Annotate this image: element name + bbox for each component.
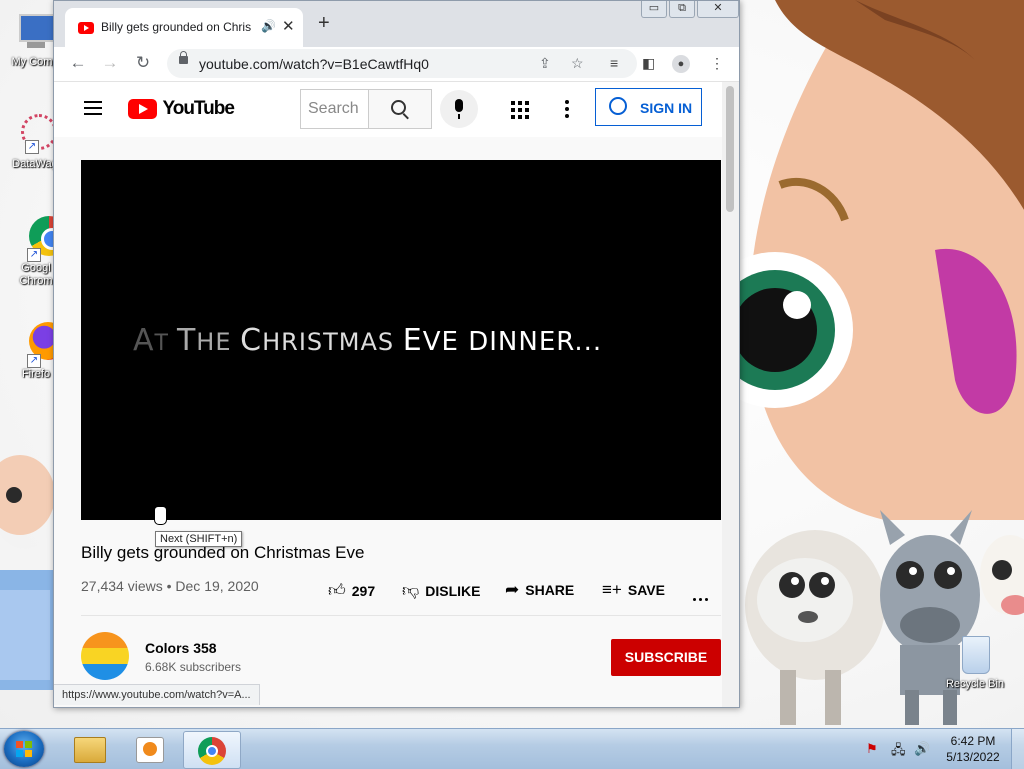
window-controls: ▭ ⧉ ✕ bbox=[639, 1, 739, 21]
sign-in-label: SIGN IN bbox=[640, 100, 693, 116]
tab-strip: Billy gets grounded on Christmas Eve 🔊 ✕… bbox=[54, 1, 739, 47]
lock-icon[interactable] bbox=[179, 51, 188, 64]
search-button[interactable] bbox=[368, 89, 432, 129]
desktop-icon-label: Recycle Bin bbox=[945, 678, 1005, 690]
show-desktop-button[interactable] bbox=[1011, 729, 1024, 769]
share-label: SHARE bbox=[525, 582, 575, 598]
subscribe-button[interactable]: SUBSCRIBE bbox=[611, 639, 721, 676]
like-button[interactable]: 👍︎ 297 bbox=[328, 580, 375, 601]
media-control-icon[interactable]: ≡ bbox=[610, 55, 618, 71]
youtube-play-icon bbox=[128, 99, 157, 119]
youtube-page: YouTube Search SIGN IN AT THE CHRISTMAS … bbox=[54, 82, 722, 707]
like-count: 297 bbox=[351, 583, 376, 599]
desktop-icon-recycle-bin[interactable]: Recycle Bin bbox=[940, 632, 1010, 691]
browser-window: Billy gets grounded on Christmas Eve 🔊 ✕… bbox=[53, 0, 740, 708]
video-meta: 27,434 views • Dec 19, 2020 bbox=[81, 578, 259, 594]
dislike-button[interactable]: 👎︎ DISLIKE bbox=[402, 580, 481, 601]
view-count: 27,434 views bbox=[81, 578, 163, 594]
wallpaper-character-face bbox=[735, 0, 1024, 520]
wallpaper-animals bbox=[745, 510, 1024, 725]
channel-avatar[interactable] bbox=[81, 632, 129, 680]
share-button[interactable]: ➦ SHARE bbox=[505, 580, 574, 600]
tab-title: Billy gets grounded on Christmas Eve bbox=[101, 20, 251, 34]
action-center-icon[interactable]: ⚑ bbox=[866, 741, 878, 757]
firefox-icon: ↗ bbox=[13, 322, 67, 368]
taskbar-explorer-button[interactable] bbox=[62, 731, 118, 767]
taskbar-media-player-button[interactable] bbox=[122, 731, 178, 767]
minimize-button[interactable]: ▭ bbox=[641, 1, 667, 18]
subscriber-count: 6.68K subscribers bbox=[145, 660, 242, 674]
share-page-icon[interactable]: ⇪ bbox=[539, 55, 551, 72]
thumbs-down-icon: 👎︎ bbox=[402, 581, 420, 600]
side-panel-icon[interactable]: ◧ bbox=[642, 55, 655, 72]
tooltip-next: Next (SHIFT+n) bbox=[155, 531, 243, 547]
youtube-logo[interactable]: YouTube bbox=[128, 98, 235, 120]
settings-menu-icon[interactable] bbox=[565, 100, 569, 121]
chrome-icon bbox=[198, 737, 226, 765]
chrome-icon: ↗ bbox=[13, 216, 69, 262]
clock-time: 6:42 PM bbox=[950, 734, 996, 748]
youtube-favicon-icon bbox=[78, 22, 94, 34]
youtube-logo-text: YouTube bbox=[162, 98, 234, 119]
divider bbox=[81, 615, 721, 616]
hamburger-menu-icon[interactable] bbox=[84, 101, 102, 119]
desktop-icon-label: Firefo bbox=[21, 368, 51, 380]
reload-icon[interactable]: ↻ bbox=[132, 53, 154, 73]
account-icon bbox=[609, 97, 627, 115]
bookmark-star-icon[interactable]: ☆ bbox=[571, 55, 584, 72]
playlist-add-icon: ≡+ bbox=[602, 580, 622, 599]
youtube-header: YouTube Search SIGN IN bbox=[54, 82, 722, 137]
tab-youtube[interactable]: Billy gets grounded on Christmas Eve 🔊 ✕ bbox=[65, 8, 303, 47]
system-clock[interactable]: 6:42 PM 5/13/2022 bbox=[938, 733, 1008, 765]
forward-arrow-icon[interactable]: → bbox=[99, 53, 121, 73]
start-button[interactable] bbox=[4, 731, 44, 767]
thumbs-up-icon: 👍︎ bbox=[328, 581, 346, 600]
sign-in-button[interactable]: SIGN IN bbox=[595, 88, 702, 126]
upload-date: Dec 19, 2020 bbox=[175, 578, 259, 594]
back-arrow-icon[interactable]: ← bbox=[67, 53, 89, 73]
maximize-button[interactable]: ⧉ bbox=[669, 1, 695, 18]
more-actions-icon[interactable] bbox=[693, 588, 711, 606]
search-input[interactable]: Search bbox=[300, 89, 376, 129]
media-player-icon bbox=[136, 737, 164, 763]
computer-icon bbox=[13, 10, 57, 54]
share-arrow-icon: ➦ bbox=[505, 580, 520, 599]
dislike-label: DISLIKE bbox=[425, 583, 481, 599]
recycle-bin-icon bbox=[958, 632, 992, 676]
close-window-button[interactable]: ✕ bbox=[697, 1, 739, 18]
search-icon bbox=[391, 100, 406, 115]
browser-toolbar: ← → ↻ youtube.com/watch?v=B1eCawtfHq0 ⇪ … bbox=[54, 47, 739, 82]
video-frame-text: AT THE CHRISTMAS EVE DINNER... bbox=[133, 323, 603, 358]
video-player[interactable]: AT THE CHRISTMAS EVE DINNER... bbox=[81, 160, 721, 520]
save-button[interactable]: ≡+ SAVE bbox=[602, 580, 665, 600]
scrollbar-thumb[interactable] bbox=[726, 86, 734, 212]
wallpaper-santa bbox=[0, 455, 55, 690]
save-label: SAVE bbox=[627, 582, 665, 598]
taskbar-chrome-button[interactable] bbox=[183, 731, 241, 769]
clock-date: 5/13/2022 bbox=[946, 750, 1000, 764]
profile-icon[interactable]: ● bbox=[672, 55, 690, 73]
speaker-icon[interactable]: 🔊 bbox=[261, 19, 276, 33]
folder-icon bbox=[74, 737, 106, 763]
volume-icon[interactable]: 🔊 bbox=[914, 741, 930, 757]
apps-grid-icon[interactable] bbox=[511, 101, 529, 119]
url-text[interactable]: youtube.com/watch?v=B1eCawtfHq0 bbox=[199, 56, 429, 72]
datawag-icon: ↗ bbox=[13, 112, 57, 156]
scrollbar[interactable] bbox=[722, 82, 739, 707]
microphone-icon[interactable] bbox=[440, 90, 478, 128]
desktop-icon-label: Googl Chrom bbox=[19, 262, 53, 287]
link-status-bar: https://www.youtube.com/watch?v=A... bbox=[54, 684, 260, 705]
chrome-menu-icon[interactable]: ⋮ bbox=[710, 55, 724, 72]
tab-close-icon[interactable]: ✕ bbox=[282, 17, 295, 35]
channel-name[interactable]: Colors 358 bbox=[145, 640, 217, 656]
hand-cursor-icon bbox=[154, 506, 167, 525]
new-tab-button[interactable]: + bbox=[318, 13, 330, 33]
taskbar: ⚑ 🖧 🔊 6:42 PM 5/13/2022 bbox=[0, 728, 1024, 769]
network-icon[interactable]: 🖧 bbox=[891, 741, 906, 763]
address-bar[interactable]: youtube.com/watch?v=B1eCawtfHq0 ⇪ ☆ bbox=[167, 49, 637, 78]
